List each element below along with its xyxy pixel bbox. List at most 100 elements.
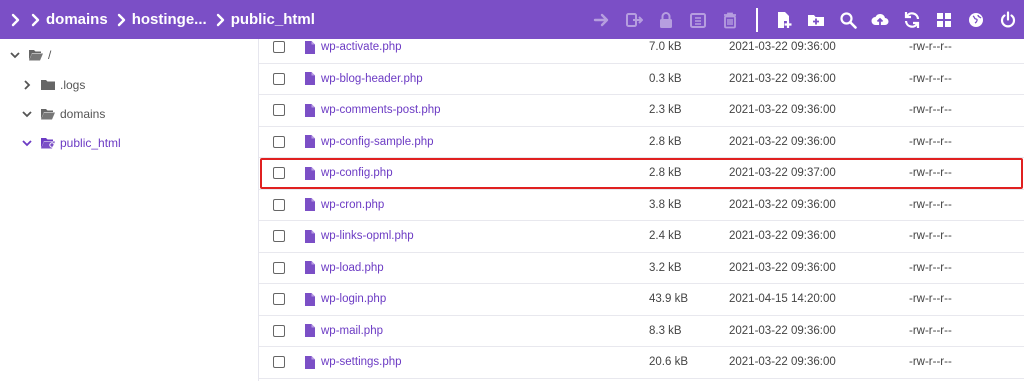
file-size: 2.8 kB bbox=[649, 135, 682, 148]
chevron-right-icon[interactable] bbox=[20, 78, 34, 92]
file-icon bbox=[305, 40, 315, 54]
row-checkbox[interactable] bbox=[273, 230, 285, 243]
file-size: 43.9 kB bbox=[649, 293, 688, 306]
file-row[interactable]: wp-links-opml.php 2.4 kB 2021-03-22 09:36:… bbox=[259, 221, 1024, 253]
file-row[interactable]: wp-mail.php 8.3 kB 2021-03-22 09:36:00 -rw-… bbox=[259, 316, 1024, 347]
file-permissions: -rw-r--r-- bbox=[909, 324, 952, 337]
file-icon bbox=[305, 166, 315, 180]
file-row[interactable]: wp-activate.php 7.0 kB 2021-03-22 09:36:00… bbox=[259, 32, 1024, 64]
file-row[interactable]: wp-cron.php 3.8 kB 2021-03-22 09:36:00 -rw-… bbox=[259, 190, 1024, 221]
tree-item-domains[interactable]: domains bbox=[20, 107, 105, 121]
tree-item-label: .logs bbox=[60, 78, 86, 92]
file-icon bbox=[305, 103, 315, 117]
file-date: 2021-03-22 09:36:00 bbox=[729, 356, 836, 369]
row-checkbox[interactable] bbox=[273, 261, 285, 274]
file-size: 2.3 kB bbox=[649, 104, 682, 117]
file-row[interactable]: wp-config-sample.php 2.8 kB 2021-03-22 09:… bbox=[259, 127, 1024, 158]
file-size: 8.3 kB bbox=[649, 324, 682, 337]
file-icon bbox=[305, 72, 315, 86]
file-name[interactable]: wp-config-sample.php bbox=[321, 136, 434, 148]
file-size: 2.8 kB bbox=[649, 167, 682, 180]
file-permissions: -rw-r--r-- bbox=[909, 261, 952, 274]
file-permissions: -rw-r--r-- bbox=[909, 72, 952, 85]
file-name[interactable]: wp-comments-post.php bbox=[321, 104, 441, 116]
chevron-right-icon bbox=[112, 10, 132, 30]
breadcrumb-item-hostinger[interactable]: hostinge... bbox=[132, 11, 207, 28]
file-icon bbox=[305, 135, 315, 149]
file-row[interactable]: wp-settings.php 20.6 kB 2021-03-22 09:36:0… bbox=[259, 347, 1024, 379]
file-permissions: -rw-r--r-- bbox=[909, 167, 952, 180]
file-icon bbox=[305, 261, 315, 275]
file-icon bbox=[305, 198, 315, 212]
file-date: 2021-03-22 09:36:00 bbox=[729, 135, 836, 148]
file-size: 3.2 kB bbox=[649, 261, 682, 274]
file-row[interactable]: wp-load.php 3.2 kB 2021-03-22 09:36:00 -rw-… bbox=[259, 253, 1024, 284]
breadcrumb-item-public-html[interactable]: public_html bbox=[231, 11, 315, 28]
file-row[interactable]: wp-config.php 2.8 kB 2021-03-22 09:37:00 -r… bbox=[259, 158, 1024, 190]
file-size: 3.8 kB bbox=[649, 198, 682, 211]
tree-item-label: domains bbox=[60, 107, 106, 121]
file-name[interactable]: wp-links-opml.php bbox=[321, 230, 414, 242]
chevron-right-icon bbox=[211, 10, 231, 30]
file-date: 2021-03-22 09:36:00 bbox=[729, 324, 836, 337]
row-checkbox[interactable] bbox=[273, 356, 285, 369]
folder-tree: / .logs domains public_html bbox=[0, 39, 258, 381]
file-name[interactable]: wp-settings.php bbox=[321, 356, 402, 368]
file-date: 2021-03-22 09:36:00 bbox=[729, 261, 836, 274]
folder-open-icon bbox=[29, 50, 43, 61]
folder-link-icon bbox=[41, 138, 55, 149]
row-checkbox[interactable] bbox=[273, 72, 285, 85]
file-name[interactable]: wp-blog-header.php bbox=[321, 73, 423, 85]
file-permissions: -rw-r--r-- bbox=[909, 356, 952, 369]
file-name[interactable]: wp-login.php bbox=[321, 293, 386, 305]
file-icon bbox=[305, 229, 315, 243]
file-date: 2021-03-22 09:36:00 bbox=[729, 104, 836, 117]
file-row[interactable]: wp-comments-post.php 2.3 kB 2021-03-22 09:… bbox=[259, 95, 1024, 127]
file-permissions: -rw-r--r-- bbox=[909, 293, 952, 306]
file-name[interactable]: wp-activate.php bbox=[321, 41, 402, 53]
tree-item-public-html[interactable]: public_html bbox=[20, 136, 121, 150]
row-checkbox[interactable] bbox=[273, 41, 285, 54]
chevron-right-icon bbox=[26, 10, 46, 30]
file-size: 0.3 kB bbox=[649, 72, 682, 85]
row-checkbox[interactable] bbox=[273, 198, 285, 211]
file-permissions: -rw-r--r-- bbox=[909, 230, 952, 243]
toolbar-divider bbox=[756, 7, 758, 32]
row-checkbox[interactable] bbox=[273, 135, 285, 148]
file-date: 2021-03-22 09:37:00 bbox=[729, 167, 836, 180]
file-name[interactable]: wp-mail.php bbox=[321, 325, 383, 337]
file-name[interactable]: wp-load.php bbox=[321, 262, 384, 274]
file-permissions: -rw-r--r-- bbox=[909, 135, 952, 148]
file-icon bbox=[305, 324, 315, 338]
file-date: 2021-03-22 09:36:00 bbox=[729, 41, 836, 54]
tree-item-logs[interactable]: .logs bbox=[20, 78, 85, 92]
file-date: 2021-03-22 09:36:00 bbox=[729, 198, 836, 211]
file-list: wp-activate.php 7.0 kB 2021-03-22 09:36:00… bbox=[258, 39, 1024, 381]
breadcrumb-item-domains[interactable]: domains bbox=[46, 11, 108, 28]
row-checkbox[interactable] bbox=[273, 104, 285, 117]
file-name[interactable]: wp-config.php bbox=[321, 167, 393, 179]
file-row[interactable]: wp-login.php 43.9 kB 2021-04-15 14:20:00 -r… bbox=[259, 284, 1024, 316]
folder-icon bbox=[41, 80, 55, 90]
row-checkbox[interactable] bbox=[273, 167, 285, 180]
file-row[interactable]: wp-blog-header.php 0.3 kB 2021-03-22 09:36… bbox=[259, 64, 1024, 95]
file-date: 2021-03-22 09:36:00 bbox=[729, 72, 836, 85]
row-checkbox[interactable] bbox=[273, 293, 285, 306]
tree-item-label: / bbox=[48, 48, 52, 62]
tree-item-root[interactable]: / bbox=[8, 48, 51, 62]
file-icon bbox=[305, 355, 315, 369]
file-name[interactable]: wp-cron.php bbox=[321, 199, 384, 211]
chevron-down-icon[interactable] bbox=[8, 48, 22, 62]
file-permissions: -rw-r--r-- bbox=[909, 198, 952, 211]
row-checkbox[interactable] bbox=[273, 324, 285, 337]
file-size: 2.4 kB bbox=[649, 230, 682, 243]
chevron-down-icon[interactable] bbox=[20, 136, 34, 150]
chevron-right-icon[interactable] bbox=[6, 10, 26, 30]
chevron-down-icon[interactable] bbox=[20, 107, 34, 121]
folder-open-icon bbox=[41, 109, 55, 120]
tree-item-label: public_html bbox=[60, 136, 121, 150]
file-date: 2021-04-15 14:20:00 bbox=[729, 293, 836, 306]
file-size: 7.0 kB bbox=[649, 41, 682, 54]
file-icon bbox=[305, 292, 315, 306]
file-permissions: -rw-r--r-- bbox=[909, 104, 952, 117]
